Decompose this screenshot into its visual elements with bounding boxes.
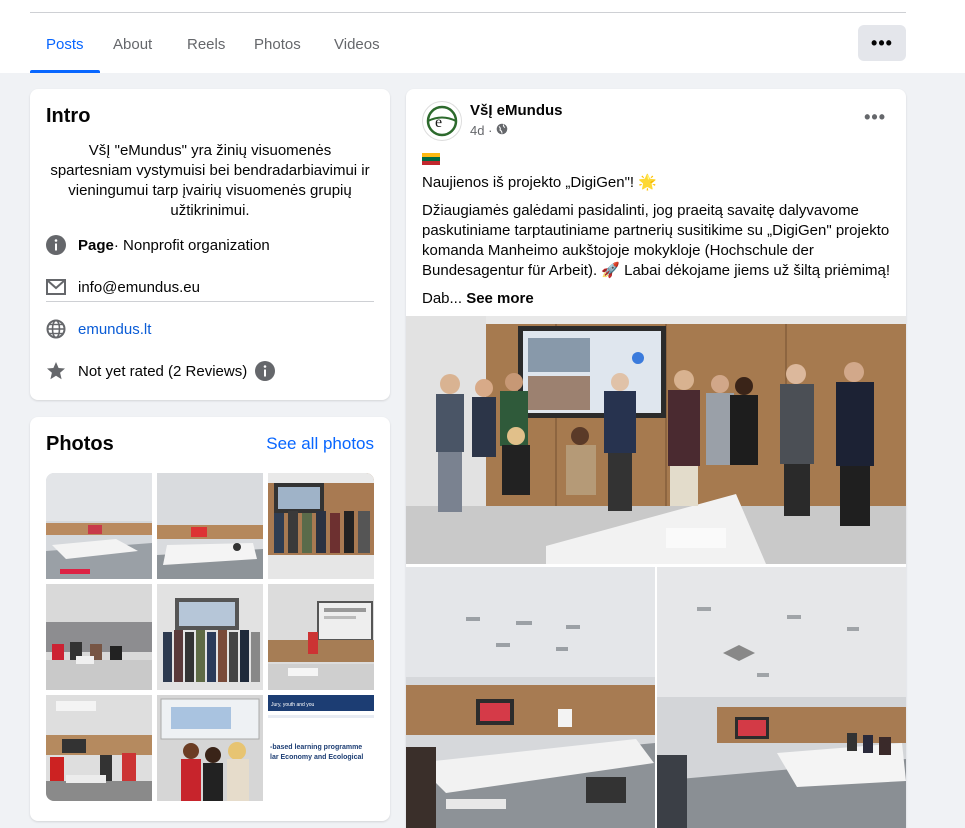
email-text: info@emundus.eu <box>78 278 200 296</box>
intro-bio: VšĮ "eMundus" yra žinių visuomenės spart… <box>50 142 370 219</box>
post-image-meeting-room[interactable] <box>657 567 906 828</box>
see-all-photos-link[interactable]: See all photos <box>266 434 374 454</box>
page-label: Page <box>78 236 114 254</box>
photo-thumbnail[interactable] <box>157 584 263 690</box>
divider <box>46 301 374 302</box>
tab-posts[interactable]: Posts <box>30 24 100 73</box>
thumbnail-caption: Jury, youth and you <box>271 702 314 708</box>
globe-icon <box>496 123 508 138</box>
website-row: emundus.lt <box>46 317 151 341</box>
photo-thumbnail[interactable] <box>268 584 374 690</box>
info-icon[interactable] <box>255 361 276 381</box>
lithuania-flag-icon <box>422 153 440 166</box>
envelope-icon <box>46 277 66 297</box>
star-icon <box>46 361 66 381</box>
photo-thumbnail[interactable] <box>157 695 263 801</box>
thumbnail-caption: -based learning programme <box>270 744 362 751</box>
photo-thumbnail[interactable] <box>46 584 152 690</box>
post-meta: 4d · <box>470 123 508 138</box>
photo-grid: Jury, youth and you -based learning prog… <box>46 473 374 801</box>
photo-thumbnail[interactable]: Jury, youth and you -based learning prog… <box>268 695 374 801</box>
divider <box>30 12 906 13</box>
thumbnail-caption: lar Economy and Ecological <box>270 754 363 761</box>
photo-thumbnail[interactable] <box>157 473 263 579</box>
post-options-button[interactable]: ••• <box>864 107 886 128</box>
post-image-classroom[interactable] <box>406 567 655 828</box>
page-category-row: Page · Nonprofit organization <box>46 233 270 257</box>
post-body: Džiaugiamės galėdami pasidalinti, jog pr… <box>422 202 891 279</box>
photos-title: Photos <box>46 433 114 455</box>
tab-videos[interactable]: Videos <box>318 24 396 73</box>
intro-card: Intro VšĮ "eMundus" yra žinių visuomenės… <box>30 89 390 400</box>
photo-thumbnail[interactable] <box>46 473 152 579</box>
tab-about[interactable]: About <box>97 24 168 73</box>
post-image-group[interactable] <box>406 316 906 564</box>
more-options-button[interactable]: ••• <box>858 25 906 61</box>
website-link[interactable]: emundus.lt <box>78 321 151 338</box>
photo-thumbnail[interactable] <box>46 695 152 801</box>
page-category: · Nonprofit organization <box>113 236 270 254</box>
tab-reels[interactable]: Reels <box>171 24 241 73</box>
see-more-link[interactable]: See more <box>466 290 534 307</box>
svg-text:e: e <box>435 114 442 131</box>
email-row: info@emundus.eu <box>46 275 200 299</box>
tab-photos[interactable]: Photos <box>238 24 317 73</box>
avatar[interactable]: e <box>422 101 462 141</box>
globe-icon <box>46 319 66 339</box>
post-truncated-row: Dab... See more <box>422 289 892 309</box>
post-author[interactable]: VšĮ eMundus <box>470 102 563 119</box>
post-text: Naujienos iš projekto „DigiGen"! 🌟 Džiau… <box>422 149 892 317</box>
intro-title: Intro <box>46 105 91 127</box>
post-card: e VšĮ eMundus 4d · ••• Naujienos iš proj… <box>406 89 906 828</box>
flag-row <box>422 149 892 169</box>
profile-tab-bar: Posts About Reels Photos Videos ••• <box>0 0 965 73</box>
post-truncated-text: Dab... <box>422 290 463 307</box>
rating-row: Not yet rated (2 Reviews) <box>46 359 276 383</box>
info-icon <box>46 235 66 255</box>
photos-card: Photos See all photos Jury, youth and yo… <box>30 417 390 821</box>
post-headline: Naujienos iš projekto „DigiGen"! 🌟 <box>422 174 657 191</box>
post-time[interactable]: 4d · <box>470 123 492 138</box>
photo-thumbnail[interactable] <box>268 473 374 579</box>
emundus-logo-icon: e <box>426 105 458 137</box>
rating-text: Not yet rated (2 Reviews) <box>78 362 248 380</box>
